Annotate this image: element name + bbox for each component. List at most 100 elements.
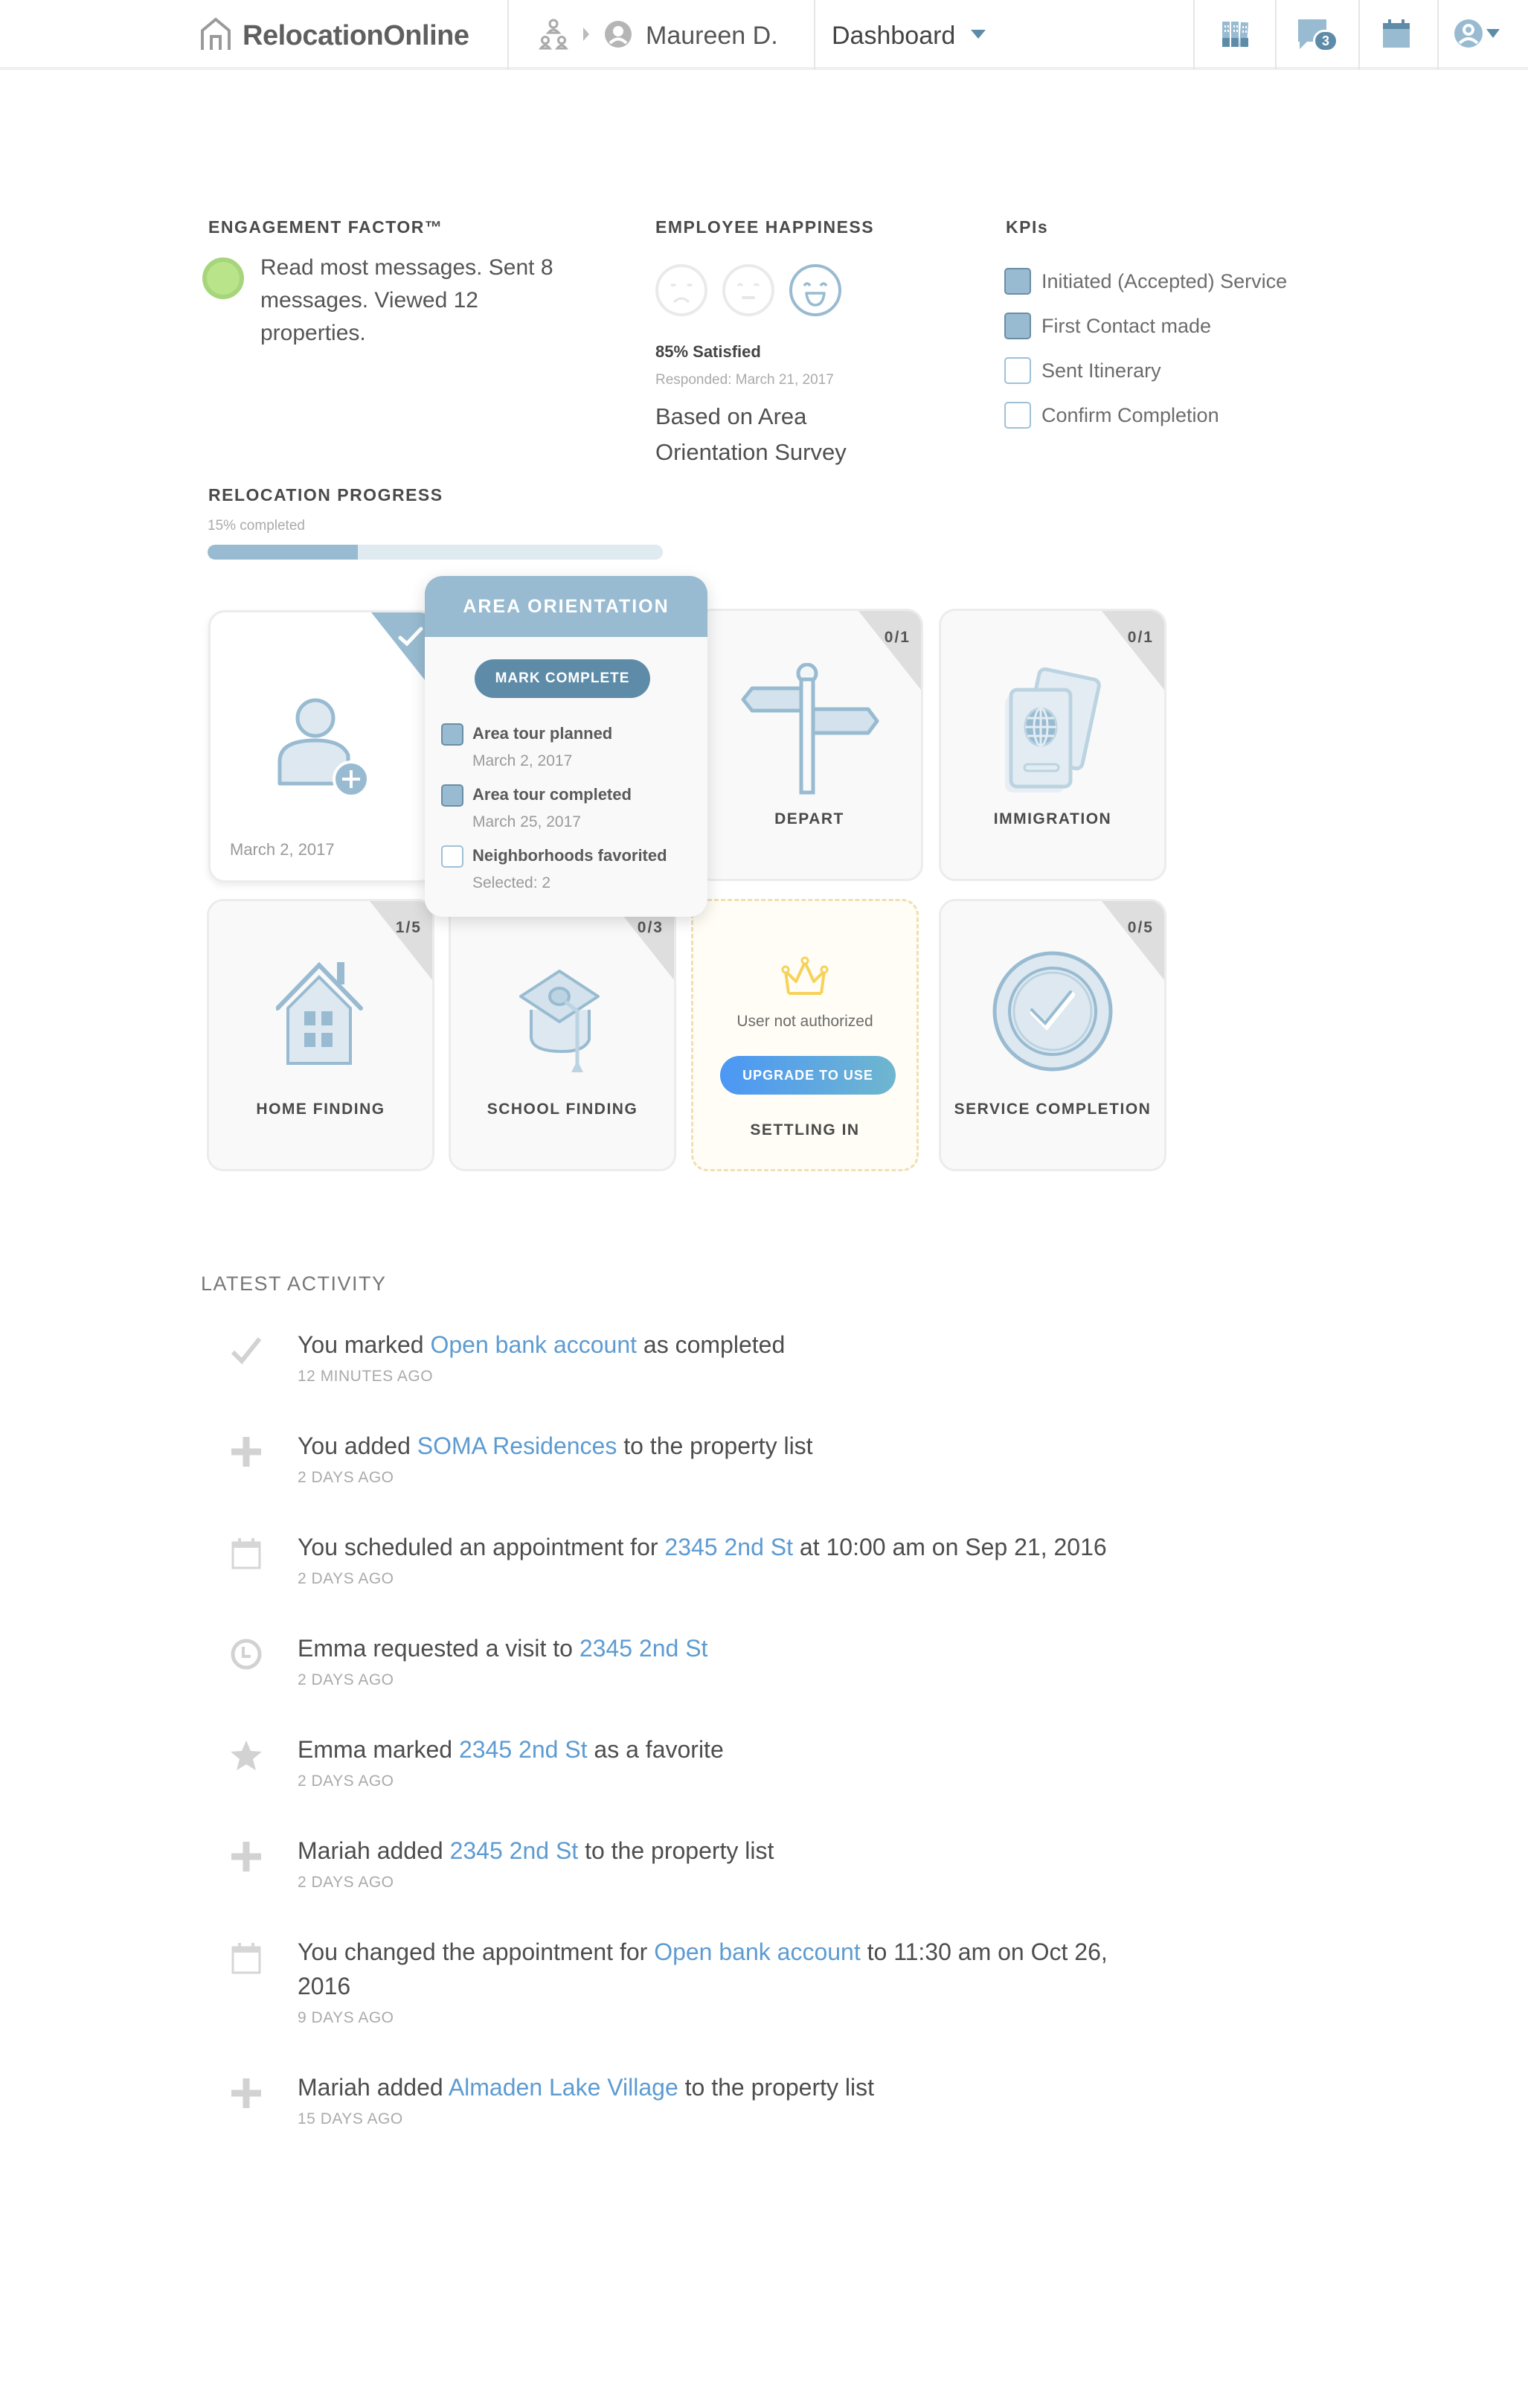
activity-time: 9 DAYS AGO: [298, 2009, 394, 2026]
activity-text-pre: Mariah added: [298, 1837, 450, 1864]
activity-text-post: as a favorite: [587, 1736, 724, 1763]
graduation-cap-icon: [451, 968, 674, 1080]
activity-link[interactable]: SOMA Residences: [417, 1432, 617, 1459]
checklist-item[interactable]: Neighborhoods favorited Selected: 2: [441, 842, 667, 897]
checklist-checkbox-unchecked[interactable]: [441, 845, 463, 868]
upgrade-button[interactable]: UPGRADE TO USE: [720, 1056, 896, 1095]
activity-item: Mariah added 2345 2nd St to the property…: [223, 1834, 1116, 1892]
mark-complete-button[interactable]: MARK COMPLETE: [475, 659, 650, 698]
stage-card-service-completion[interactable]: 0/5 SERVICE COMPLETION: [939, 899, 1166, 1171]
activity-link[interactable]: Open bank account: [430, 1331, 637, 1358]
kpi-label: Initiated (Accepted) Service: [1041, 269, 1288, 292]
activity-text-pre: Mariah added: [298, 2074, 449, 2101]
messages-badge: 3: [1313, 30, 1338, 52]
binders-button[interactable]: [1195, 0, 1277, 70]
kpi-item[interactable]: Sent Itinerary: [1004, 348, 1287, 393]
progress-bar: [208, 545, 663, 560]
sad-face-icon[interactable]: [655, 263, 708, 317]
brand-name: RelocationOnline: [243, 19, 469, 51]
stage-card-depart[interactable]: 0/1 DEPART: [696, 609, 923, 881]
stage-date: March 2, 2017: [230, 840, 335, 859]
stage-count: 1/5: [395, 919, 422, 936]
checklist-checkbox-checked[interactable]: [441, 723, 463, 746]
brand-logo[interactable]: RelocationOnline: [199, 15, 469, 57]
checklist-item-sub: March 25, 2017: [472, 813, 581, 830]
home-icon: [199, 17, 232, 55]
neutral-face-icon[interactable]: [722, 263, 775, 317]
activity-link[interactable]: Open bank account: [654, 1938, 861, 1965]
activity-link[interactable]: Almaden Lake Village: [449, 2074, 678, 2101]
clock-icon: [229, 1637, 263, 1671]
popover-title: AREA ORIENTATION: [425, 576, 707, 637]
checklist-item-title: Area tour planned: [472, 724, 613, 743]
stage-card-initiate[interactable]: March 2, 2017: [208, 610, 436, 883]
divider: [814, 0, 815, 70]
activity-time: 2 DAYS AGO: [298, 1671, 394, 1688]
kpi-label: Sent Itinerary: [1041, 359, 1161, 382]
stage-label: SCHOOL FINDING: [487, 1101, 638, 1118]
kpi-item[interactable]: Confirm Completion: [1004, 393, 1287, 438]
kpi-checkbox-unchecked[interactable]: [1004, 402, 1031, 429]
stage-card-school-finding[interactable]: 0/3 SCHOOL FINDING: [449, 899, 676, 1171]
survey-source: Based on Area Orientation Survey: [655, 403, 847, 465]
kpi-label: First Contact made: [1041, 314, 1212, 337]
checklist-item[interactable]: Area tour planned March 2, 2017: [441, 720, 667, 775]
activity-link[interactable]: 2345 2nd St: [580, 1635, 708, 1662]
activity-item: You added SOMA Residences to the propert…: [223, 1429, 1116, 1487]
activity-time: 2 DAYS AGO: [298, 1570, 394, 1587]
dashboard-label: Dashboard: [832, 21, 956, 50]
activity-text: Mariah added 2345 2nd St to the property…: [298, 1834, 1116, 1868]
stage-label: SETTLING IN: [750, 1121, 860, 1139]
kpi-checkbox-unchecked[interactable]: [1004, 357, 1031, 384]
activity-text-pre: You marked: [298, 1331, 431, 1358]
kpi-item[interactable]: Initiated (Accepted) Service: [1004, 259, 1287, 304]
stage-card-home-finding[interactable]: 1/5 HOME FINDING: [207, 899, 434, 1171]
calendar-button[interactable]: [1355, 0, 1437, 70]
caret-down-icon: [970, 29, 986, 43]
messages-button[interactable]: 3: [1277, 0, 1358, 70]
activity-link[interactable]: 2345 2nd St: [459, 1736, 588, 1763]
activity-link[interactable]: 2345 2nd St: [664, 1534, 793, 1560]
dashboard-dropdown[interactable]: Dashboard: [832, 15, 986, 57]
activity-text-pre: You scheduled an appointment for: [298, 1534, 665, 1560]
org-chart-icon[interactable]: [538, 18, 569, 54]
user-menu-button[interactable]: [1439, 0, 1521, 70]
kpi-item[interactable]: First Contact made: [1004, 304, 1287, 348]
stage-card-immigration[interactable]: 0/1 IMMIGRATION: [939, 609, 1166, 881]
happiness-title: EMPLOYEE HAPPINESS: [655, 217, 875, 237]
checklist-item-sub: March 2, 2017: [472, 752, 573, 769]
chat-icon: 3: [1297, 18, 1338, 52]
activity-text-pre: Emma requested a visit to: [298, 1635, 580, 1662]
checklist-item[interactable]: Area tour completed March 25, 2017: [441, 781, 667, 836]
responded-date: Responded: March 21, 2017: [655, 372, 834, 388]
activity-link[interactable]: 2345 2nd St: [450, 1837, 579, 1864]
checklist-item-sub: Selected: 2: [472, 874, 551, 891]
engagement-status-indicator: [202, 257, 244, 299]
activity-text: Emma requested a visit to 2345 2nd St: [298, 1631, 1116, 1665]
activity-text: Mariah added Almaden Lake Village to the…: [298, 2070, 1116, 2104]
activity-time: 2 DAYS AGO: [298, 1773, 394, 1790]
activity-title: LATEST ACTIVITY: [201, 1272, 387, 1295]
activity-item: You scheduled an appointment for 2345 2n…: [223, 1530, 1116, 1588]
top-nav: RelocationOnline Maureen D. Dashboard 3: [0, 0, 1528, 70]
activity-time: 15 DAYS AGO: [298, 2110, 403, 2127]
activity-item: You changed the appointment for Open ban…: [223, 1935, 1116, 2027]
kpi-checkbox-checked[interactable]: [1004, 313, 1031, 339]
passport-icon: [941, 667, 1164, 801]
activity-time: 2 DAYS AGO: [298, 1874, 394, 1891]
happy-face-icon[interactable]: [789, 263, 842, 317]
breadcrumb-user[interactable]: Maureen D.: [646, 22, 778, 51]
checklist-item-title: Area tour completed: [472, 785, 632, 804]
kpi-checkbox-checked[interactable]: [1004, 268, 1031, 295]
kpi-list: Initiated (Accepted) Service First Conta…: [1004, 259, 1287, 438]
star-icon: [229, 1738, 263, 1773]
plus-icon: [229, 1839, 263, 1874]
check-icon: [229, 1333, 263, 1368]
engagement-title: ENGAGEMENT FACTOR™: [208, 217, 443, 237]
activity-time: 2 DAYS AGO: [298, 1469, 394, 1486]
binders-icon: [1221, 19, 1251, 52]
checklist-checkbox-checked[interactable]: [441, 784, 463, 807]
stage-card-settling-in[interactable]: User not authorized UPGRADE TO USE SETTL…: [691, 899, 919, 1171]
satisfied-score: 85% Satisfied: [655, 342, 761, 361]
activity-list: You marked Open bank account as complete…: [223, 1328, 1116, 2171]
